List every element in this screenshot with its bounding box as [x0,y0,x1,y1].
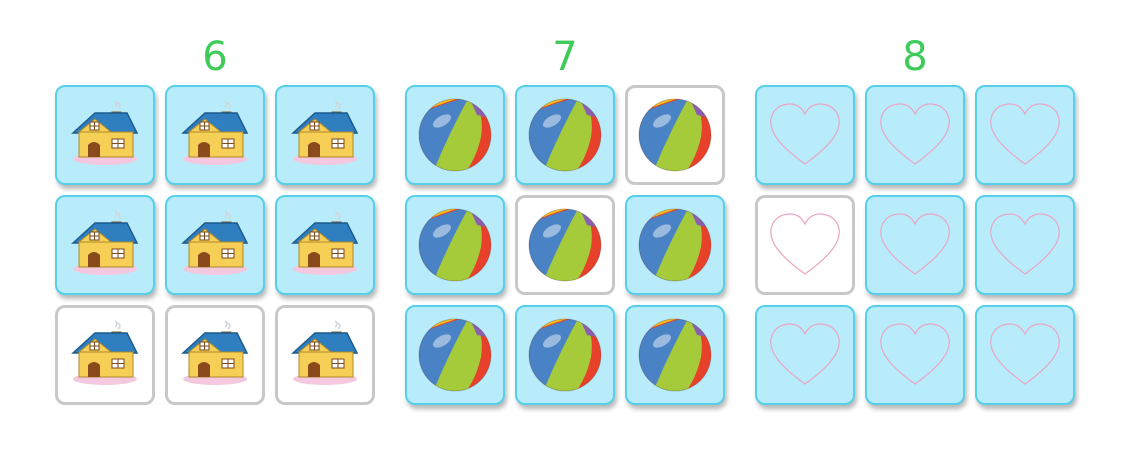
tile-filled[interactable] [975,195,1075,295]
tile-filled[interactable] [625,305,725,405]
heart-icon [766,322,844,388]
tile-grid [405,85,725,405]
house-icon [289,209,361,281]
tile-filled[interactable] [865,195,965,295]
heart-icon [876,102,954,168]
tile-filled[interactable] [55,85,155,185]
house-icon [69,319,141,391]
tile-filled[interactable] [755,305,855,405]
tile-filled[interactable] [275,195,375,295]
group-number-label: 6 [202,34,228,80]
tile-filled[interactable] [625,195,725,295]
heart-icon [876,212,954,278]
tile-filled[interactable] [405,85,505,185]
heart-icon [986,212,1064,278]
heart-icon [766,102,844,168]
house-icon [69,209,141,281]
tile-filled[interactable] [975,305,1075,405]
house-icon [179,319,251,391]
tile-filled[interactable] [865,305,965,405]
house-icon [69,99,141,171]
heart-icon [876,322,954,388]
heart-icon [766,212,844,278]
heart-icon [986,322,1064,388]
group-number-label: 7 [552,34,578,80]
tile-filled[interactable] [55,195,155,295]
tile-grid [755,85,1075,405]
tile-empty[interactable] [165,305,265,405]
house-icon [179,99,251,171]
group-number-label: 8 [902,34,928,80]
beach-ball-icon [527,207,603,283]
house-icon [289,319,361,391]
tile-empty[interactable] [755,195,855,295]
beach-ball-icon [527,317,603,393]
group-six: 6 [55,32,375,405]
beach-ball-icon [637,97,713,173]
tile-empty[interactable] [55,305,155,405]
beach-ball-icon [527,97,603,173]
tile-filled[interactable] [165,85,265,185]
house-icon [179,209,251,281]
heart-icon [986,102,1064,168]
beach-ball-icon [417,97,493,173]
tile-filled[interactable] [755,85,855,185]
tile-filled[interactable] [275,85,375,185]
tile-filled[interactable] [405,195,505,295]
tile-filled[interactable] [865,85,965,185]
tile-filled[interactable] [515,305,615,405]
tile-grid [55,85,375,405]
group-seven: 7 [405,32,725,405]
beach-ball-icon [637,207,713,283]
house-icon [289,99,361,171]
beach-ball-icon [417,207,493,283]
tile-filled[interactable] [165,195,265,295]
group-eight: 8 [755,32,1075,405]
tile-empty[interactable] [515,195,615,295]
tile-empty[interactable] [275,305,375,405]
tile-filled[interactable] [515,85,615,185]
beach-ball-icon [417,317,493,393]
tile-filled[interactable] [405,305,505,405]
tile-filled[interactable] [975,85,1075,185]
beach-ball-icon [637,317,713,393]
tile-empty[interactable] [625,85,725,185]
